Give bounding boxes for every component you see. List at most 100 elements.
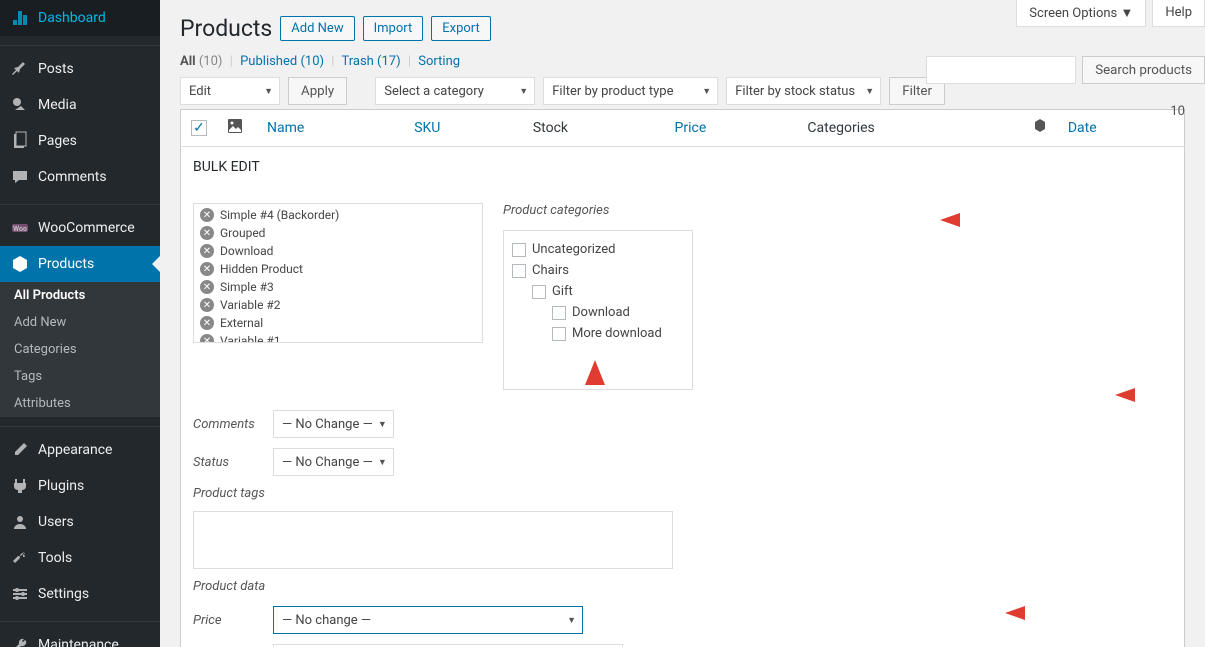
status-select[interactable]: — No Change — bbox=[273, 448, 394, 476]
sidebar-item-users[interactable]: Users bbox=[0, 504, 160, 540]
remove-product-icon[interactable]: ✕ bbox=[200, 244, 214, 258]
view-all[interactable]: All bbox=[180, 54, 196, 69]
comments-select[interactable]: — No Change — bbox=[273, 410, 394, 438]
category-item[interactable]: Chairs bbox=[512, 260, 684, 281]
featured-column-icon bbox=[1032, 122, 1048, 138]
sidebar-item-pages[interactable]: Pages bbox=[0, 123, 160, 159]
remove-product-icon[interactable]: ✕ bbox=[200, 298, 214, 312]
sidebar-label: Products bbox=[38, 256, 94, 272]
screen-options-button[interactable]: Screen Options ▼ bbox=[1016, 0, 1146, 27]
sidebar-item-media[interactable]: Media bbox=[0, 87, 160, 123]
sidebar-label: Tools bbox=[38, 550, 72, 566]
plugins-icon bbox=[10, 476, 30, 496]
bulk-product-list[interactable]: ✕Simple #4 (Backorder)✕Grouped✕Download✕… bbox=[193, 203, 483, 343]
stock-status-filter-select[interactable]: Filter by stock status bbox=[726, 77, 881, 105]
sidebar-item-maintenance[interactable]: Maintenance bbox=[0, 627, 160, 647]
status-label: Status bbox=[193, 455, 273, 470]
products-icon bbox=[10, 254, 30, 274]
column-sku[interactable]: SKU bbox=[404, 110, 523, 147]
sidebar-label: Media bbox=[38, 97, 77, 113]
column-name[interactable]: Name bbox=[257, 110, 404, 147]
help-button[interactable]: Help bbox=[1152, 0, 1205, 27]
bulk-products-column: ✕Simple #4 (Backorder)✕Grouped✕Download✕… bbox=[193, 203, 483, 390]
apply-button[interactable]: Apply bbox=[288, 77, 347, 105]
submenu-add-new[interactable]: Add New bbox=[0, 309, 160, 336]
remove-product-icon[interactable]: ✕ bbox=[200, 280, 214, 294]
category-checkbox[interactable] bbox=[552, 306, 566, 320]
remove-product-icon[interactable]: ✕ bbox=[200, 226, 214, 240]
media-icon bbox=[10, 95, 30, 115]
remove-product-icon[interactable]: ✕ bbox=[200, 208, 214, 222]
svg-text:Woo: Woo bbox=[13, 225, 27, 233]
view-published[interactable]: Published (10) bbox=[240, 54, 324, 69]
sidebar-item-woocommerce[interactable]: Woo WooCommerce bbox=[0, 210, 160, 246]
category-checkbox[interactable] bbox=[532, 285, 546, 299]
product-data-header: Product data bbox=[193, 579, 1172, 594]
price-label: Price bbox=[193, 613, 273, 628]
export-button[interactable]: Export bbox=[431, 16, 491, 41]
sidebar-label: Pages bbox=[38, 133, 77, 149]
bulk-edit-title: BULK EDIT bbox=[193, 159, 1172, 175]
category-checkbox[interactable] bbox=[552, 327, 566, 341]
category-label: Chairs bbox=[532, 263, 569, 278]
product-type-filter-select[interactable]: Filter by product type bbox=[543, 77, 718, 105]
pin-icon bbox=[10, 59, 30, 79]
category-item[interactable]: Uncategorized bbox=[512, 239, 684, 260]
sidebar-label: Plugins bbox=[38, 478, 84, 494]
category-checkbox[interactable] bbox=[512, 243, 526, 257]
import-button[interactable]: Import bbox=[363, 16, 424, 41]
sidebar-item-posts[interactable]: Posts bbox=[0, 51, 160, 87]
tags-label: Product tags bbox=[193, 486, 273, 501]
search-button[interactable]: Search products bbox=[1082, 56, 1205, 84]
category-label: More download bbox=[572, 326, 662, 341]
category-label: Uncategorized bbox=[532, 242, 615, 257]
submenu-all-products[interactable]: All Products bbox=[0, 282, 160, 309]
admin-sidebar: Dashboard Posts Media Pages Comments Woo… bbox=[0, 0, 160, 647]
product-name: Variable #2 bbox=[220, 298, 281, 312]
category-item[interactable]: Download bbox=[512, 302, 684, 323]
sidebar-item-plugins[interactable]: Plugins bbox=[0, 468, 160, 504]
bulk-product-item: ✕ Hidden Product bbox=[196, 260, 480, 278]
sidebar-item-settings[interactable]: Settings bbox=[0, 576, 160, 612]
view-sorting[interactable]: Sorting bbox=[418, 54, 460, 69]
sidebar-item-tools[interactable]: Tools bbox=[0, 540, 160, 576]
bulk-action-select[interactable]: Edit bbox=[180, 77, 280, 105]
category-item[interactable]: Gift bbox=[512, 281, 684, 302]
sidebar-label: Users bbox=[38, 514, 74, 530]
products-submenu: All Products Add New Categories Tags Att… bbox=[0, 282, 160, 417]
sidebar-item-products[interactable]: Products bbox=[0, 246, 160, 282]
bulk-edit-panel: BULK EDIT ✕Simple #4 (Backorder)✕Grouped… bbox=[180, 147, 1185, 647]
view-trash[interactable]: Trash (17) bbox=[341, 54, 400, 69]
category-checkbox[interactable] bbox=[512, 264, 526, 278]
search-input[interactable] bbox=[926, 56, 1076, 84]
sidebar-item-appearance[interactable]: Appearance bbox=[0, 432, 160, 468]
bulk-product-item: ✕Simple #3 bbox=[196, 278, 480, 296]
products-table: Name SKU Stock Price Categories Date bbox=[180, 109, 1185, 147]
image-column-icon bbox=[227, 122, 243, 138]
remove-product-icon[interactable]: ✕ bbox=[200, 262, 214, 276]
add-new-button[interactable]: Add New bbox=[280, 16, 354, 41]
column-price[interactable]: Price bbox=[665, 110, 798, 147]
product-name: Hidden Product bbox=[220, 262, 303, 276]
submenu-tags[interactable]: Tags bbox=[0, 363, 160, 390]
category-label: Download bbox=[572, 305, 630, 320]
product-tags-input[interactable] bbox=[193, 511, 673, 569]
remove-product-icon[interactable]: ✕ bbox=[200, 334, 214, 343]
submenu-attributes[interactable]: Attributes bbox=[0, 390, 160, 417]
category-checklist[interactable]: Uncategorized Chairs Gift Download More down… bbox=[503, 230, 693, 390]
remove-product-icon[interactable]: ✕ bbox=[200, 316, 214, 330]
bulk-product-item: ✕Simple #4 (Backorder) bbox=[196, 206, 480, 224]
category-item[interactable]: More download bbox=[512, 323, 684, 344]
column-categories: Categories bbox=[797, 110, 1021, 147]
sidebar-item-comments[interactable]: Comments bbox=[0, 159, 160, 195]
sidebar-item-dashboard[interactable]: Dashboard bbox=[0, 0, 160, 36]
price-select[interactable]: — No change — bbox=[273, 606, 583, 634]
bulk-product-item: ✕ Variable #2 bbox=[196, 296, 480, 314]
column-date[interactable]: Date bbox=[1058, 110, 1185, 147]
submenu-categories[interactable]: Categories bbox=[0, 336, 160, 363]
select-all-checkbox[interactable] bbox=[191, 120, 207, 136]
category-filter-select[interactable]: Select a category bbox=[375, 77, 535, 105]
users-icon bbox=[10, 512, 30, 532]
woocommerce-icon: Woo bbox=[10, 218, 30, 238]
product-name: Download bbox=[220, 244, 273, 258]
